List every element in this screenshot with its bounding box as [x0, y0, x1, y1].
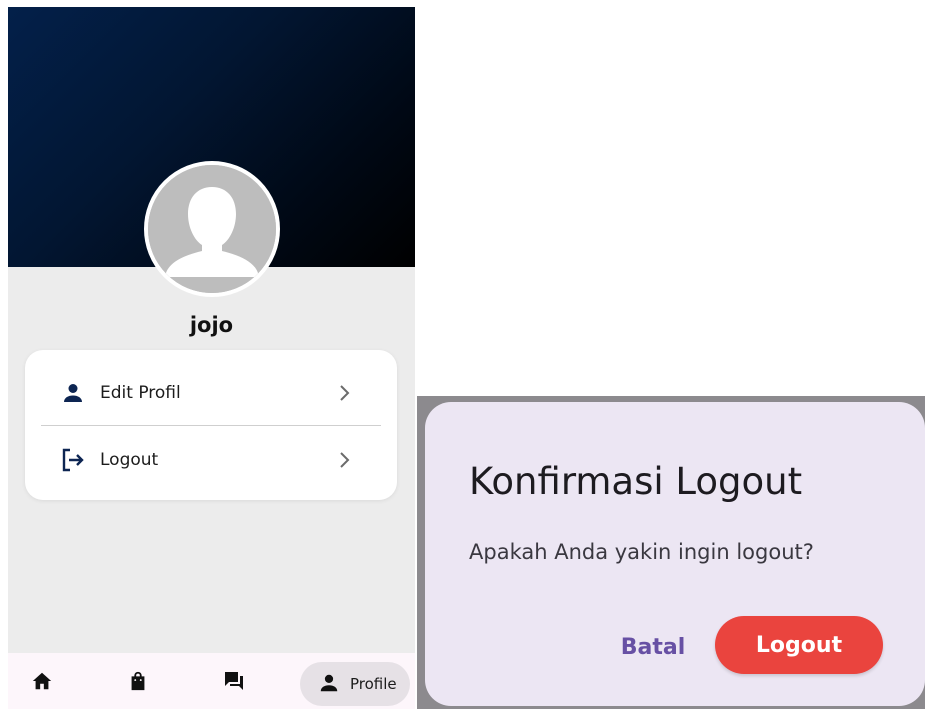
cancel-button[interactable]: Batal [613, 624, 693, 670]
dialog-message: Apakah Anda yakin ingin logout? [469, 540, 814, 564]
menu-item-edit-profile[interactable]: Edit Profil [25, 360, 397, 426]
bottom-navigation: Profile [8, 653, 415, 709]
chevron-right-icon [337, 383, 353, 403]
avatar [144, 161, 280, 297]
nav-profile-button[interactable]: Profile [300, 662, 410, 706]
dialog-title: Konfirmasi Logout [469, 460, 803, 503]
logout-icon [59, 446, 87, 474]
nav-chat-button[interactable] [214, 653, 254, 709]
chevron-right-icon [337, 450, 353, 470]
nav-shop-button[interactable] [118, 653, 158, 709]
chat-icon [225, 672, 243, 690]
profile-screen: jojo Edit Profil Logout Profile [8, 7, 415, 709]
person-icon [318, 672, 340, 699]
profile-menu-card: Edit Profil Logout [25, 350, 397, 500]
username: jojo [189, 313, 234, 337]
shopping-bag-icon [131, 671, 145, 691]
person-icon [59, 379, 87, 407]
nav-profile-label: Profile [350, 675, 397, 693]
confirm-logout-button[interactable]: Logout [715, 616, 883, 674]
avatar-placeholder-icon [148, 165, 276, 293]
nav-home-button[interactable] [22, 653, 62, 709]
menu-item-label: Logout [100, 450, 159, 470]
home-icon [32, 672, 52, 690]
logout-confirm-dialog: Konfirmasi Logout Apakah Anda yakin ingi… [425, 402, 925, 706]
menu-item-label: Edit Profil [100, 383, 181, 403]
menu-item-logout[interactable]: Logout [25, 427, 397, 493]
menu-divider [41, 425, 381, 426]
dialog-screenshot: Konfirmasi Logout Apakah Anda yakin ingi… [417, 396, 925, 709]
